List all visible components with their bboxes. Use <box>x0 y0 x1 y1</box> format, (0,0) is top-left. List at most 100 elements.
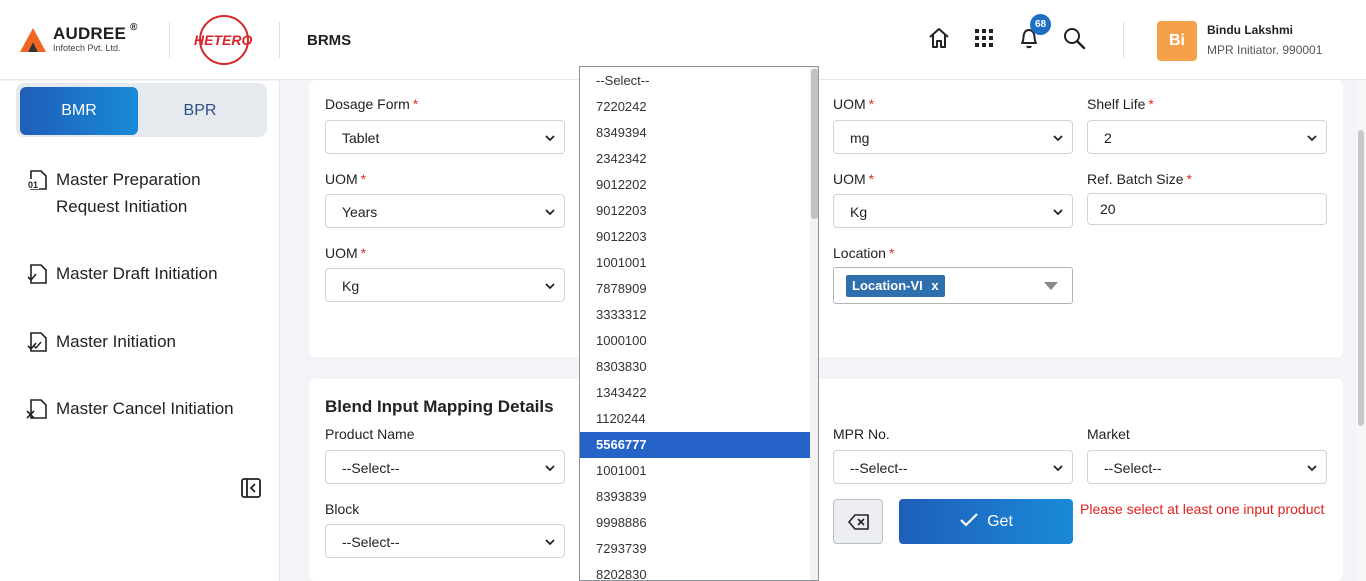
logo-divider <box>169 22 170 58</box>
block-label: Block <box>325 501 360 517</box>
chevron-down-icon <box>1053 209 1063 216</box>
brand-registered-mark: ® <box>130 22 138 33</box>
dropdown-option[interactable]: 7293739 <box>580 536 810 562</box>
market-select[interactable]: --Select-- <box>1087 450 1327 484</box>
dropdown-option[interactable]: 1343422 <box>580 380 810 406</box>
uom-label: UOM * <box>833 171 875 187</box>
sidebar-item-label: Master Draft Initiation <box>56 264 218 283</box>
dropdown-option[interactable]: 2342342 <box>580 146 810 172</box>
ref-batch-size-input[interactable]: 20 <box>1087 193 1327 225</box>
chevron-down-icon <box>1307 465 1317 472</box>
mpr-no-select[interactable]: --Select-- <box>833 450 1073 484</box>
brand-name: AUDREE <box>53 24 126 43</box>
sidebar-item-master-draft-initiation[interactable]: Master Draft Initiation <box>26 260 266 288</box>
dropdown-option[interactable]: --Select-- <box>580 68 810 94</box>
tab-bpr[interactable]: BPR <box>141 87 259 135</box>
chip-remove-icon[interactable]: x <box>931 278 938 293</box>
dropdown-option[interactable]: 1120244 <box>580 406 810 432</box>
dropdown-option[interactable]: 1000100 <box>580 328 810 354</box>
document-check-icon <box>27 264 47 284</box>
ref-batch-size-label: Ref. Batch Size * <box>1087 171 1192 187</box>
page-scroll-thumb[interactable] <box>1358 130 1364 426</box>
chevron-down-icon <box>1053 135 1063 142</box>
dropdown-option[interactable]: 9998886 <box>580 510 810 536</box>
mpr-no-label: MPR No. <box>833 426 890 442</box>
hetero-logo-text: HETERO <box>194 32 253 48</box>
dosage-form-value: Tablet <box>342 130 380 146</box>
product-name-label: Product Name <box>325 426 415 442</box>
dropdown-option[interactable]: 8349394 <box>580 120 810 146</box>
uom-years-select[interactable]: Years <box>325 194 565 228</box>
product-name-select[interactable]: --Select-- <box>325 450 565 484</box>
options-dropdown-list[interactable]: --Select-- 7220242 8349394 2342342 9012202 90… <box>579 66 819 581</box>
search-icon[interactable] <box>1061 25 1087 51</box>
dropdown-option[interactable]: 7220242 <box>580 94 810 120</box>
tab-bmr[interactable]: BMR <box>20 87 138 135</box>
clear-button[interactable] <box>833 499 883 544</box>
user-role: MPR Initiator. 990001 <box>1207 43 1323 57</box>
check-icon <box>960 513 978 527</box>
location-label: Location * <box>833 245 895 261</box>
uom-kg-value: Kg <box>342 278 360 294</box>
shelf-life-select[interactable]: 2 <box>1087 120 1327 154</box>
uom-mg-select[interactable]: mg <box>833 120 1073 154</box>
dropdown-scrollbar[interactable] <box>810 67 818 580</box>
get-button-label: Get <box>987 513 1013 530</box>
page-scrollbar[interactable] <box>1356 80 1366 581</box>
apps-grid-icon[interactable] <box>971 25 997 51</box>
dropdown-option[interactable]: 1001001 <box>580 458 810 484</box>
block-select[interactable]: --Select-- <box>325 524 565 558</box>
uom-label: UOM * <box>325 245 367 261</box>
uom-years-value: Years <box>342 204 378 220</box>
dropdown-option[interactable]: 3333312 <box>580 302 810 328</box>
validation-error: Please select at least one input product <box>1080 501 1325 517</box>
product-name-value: --Select-- <box>342 460 400 476</box>
dosage-form-label: Dosage Form * <box>325 96 419 112</box>
location-chip: Location-VI x <box>846 275 945 297</box>
sidebar-item-label: Master Cancel Initiation <box>56 399 234 418</box>
user-divider <box>1123 22 1124 58</box>
uom-kg-select-right[interactable]: Kg <box>833 194 1073 228</box>
get-button[interactable]: Get <box>899 499 1073 544</box>
sidebar-item-label: Master Preparation Request Initiation <box>56 170 201 216</box>
collapse-sidebar-icon[interactable] <box>240 477 262 499</box>
sidebar: BMR BPR 01 Master Preparation Request In… <box>0 81 280 581</box>
hetero-logo: HETERO <box>193 15 255 65</box>
market-value: --Select-- <box>1104 460 1162 476</box>
backspace-icon <box>848 514 869 530</box>
market-label: Market <box>1087 426 1130 442</box>
uom-kg-right-value: Kg <box>850 204 868 220</box>
home-icon[interactable] <box>926 25 952 51</box>
sidebar-item-master-initiation[interactable]: Master Initiation <box>26 328 266 356</box>
uom-kg-select[interactable]: Kg <box>325 268 565 302</box>
sidebar-item-master-preparation-request-initiation[interactable]: 01 Master Preparation Request Initiation <box>26 166 266 222</box>
document-01-icon: 01 <box>27 170 47 190</box>
dosage-form-select[interactable]: Tablet <box>325 120 565 154</box>
document-double-check-icon <box>27 332 47 352</box>
chevron-down-icon <box>1307 135 1317 142</box>
dropdown-option[interactable]: 5566777 <box>580 432 810 458</box>
dropdown-option[interactable]: 8202830 <box>580 562 810 580</box>
location-multiselect[interactable]: Location-VI x <box>833 267 1073 304</box>
caret-down-icon[interactable] <box>1044 282 1058 290</box>
dropdown-option[interactable]: 9012202 <box>580 172 810 198</box>
bmr-bpr-toggle: BMR BPR <box>16 83 267 137</box>
audree-logo[interactable]: AUDREE ® Infotech Pvt. Ltd. <box>20 22 145 58</box>
block-value: --Select-- <box>342 534 400 550</box>
chevron-down-icon <box>545 209 555 216</box>
dropdown-option[interactable]: 1001001 <box>580 250 810 276</box>
dropdown-option[interactable]: 9012203 <box>580 198 810 224</box>
audree-logo-icon <box>20 28 46 52</box>
dropdown-scroll-thumb[interactable] <box>811 69 818 219</box>
dropdown-option[interactable]: 8303830 <box>580 354 810 380</box>
mpr-no-value: --Select-- <box>850 460 908 476</box>
notification-count-badge[interactable]: 68 <box>1030 14 1051 35</box>
user-avatar[interactable]: Bi <box>1157 21 1197 61</box>
shelf-life-label: Shelf Life * <box>1087 96 1154 112</box>
dropdown-option[interactable]: 7878909 <box>580 276 810 302</box>
uom-label: UOM * <box>325 171 367 187</box>
uom-label: UOM * <box>833 96 875 112</box>
dropdown-option[interactable]: 8393839 <box>580 484 810 510</box>
dropdown-option[interactable]: 9012203 <box>580 224 810 250</box>
sidebar-item-master-cancel-initiation[interactable]: Master Cancel Initiation <box>26 395 266 423</box>
